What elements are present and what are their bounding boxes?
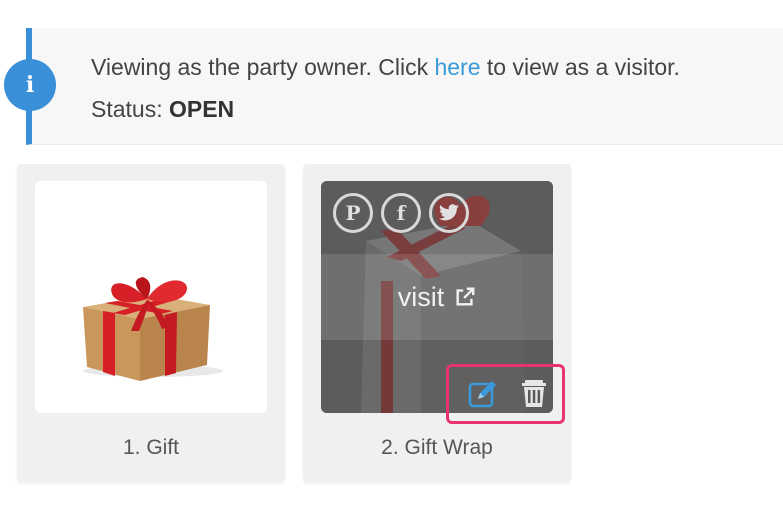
- edit-icon[interactable]: [467, 378, 499, 410]
- status-label: Status:: [91, 96, 169, 122]
- external-link-icon: [456, 287, 475, 306]
- gift-box-illustration: [83, 277, 223, 381]
- trash-icon[interactable]: [518, 377, 550, 409]
- gift-image[interactable]: [35, 181, 267, 413]
- status-line: Status: OPEN: [91, 96, 234, 123]
- item-card-gift-wrap[interactable]: P f visit 2. Gift Wrap: [303, 164, 571, 482]
- view-as-visitor-link[interactable]: here: [434, 54, 480, 80]
- social-share-row: P f: [333, 193, 469, 233]
- item-caption[interactable]: 2. Gift Wrap: [303, 436, 571, 460]
- pinterest-icon[interactable]: P: [333, 193, 373, 233]
- notice-message: Viewing as the party owner. Click here t…: [91, 54, 680, 81]
- facebook-icon[interactable]: f: [381, 193, 421, 233]
- item-card-gift[interactable]: 1. Gift: [17, 164, 285, 482]
- info-icon: i: [4, 59, 56, 111]
- notice-text-after: to view as a visitor.: [480, 54, 680, 80]
- owner-notice: Viewing as the party owner. Click here t…: [26, 28, 783, 145]
- visit-label: visit: [397, 281, 445, 312]
- item-caption[interactable]: 1. Gift: [17, 436, 285, 460]
- visit-link[interactable]: visit: [321, 254, 553, 340]
- twitter-icon[interactable]: [429, 193, 469, 233]
- status-value: OPEN: [168, 96, 235, 122]
- notice-text-before: Viewing as the party owner. Click: [91, 54, 435, 80]
- twitter-bird-glyph: [439, 204, 459, 221]
